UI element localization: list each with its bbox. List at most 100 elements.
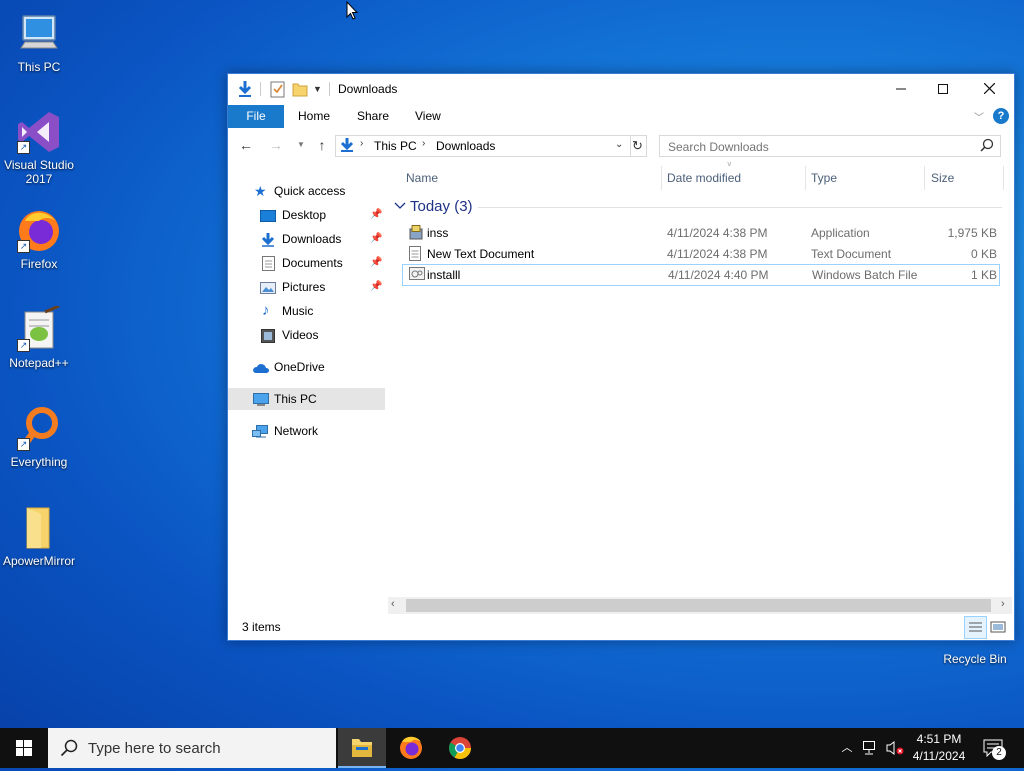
details-view-button[interactable] bbox=[964, 616, 987, 639]
desktop-icon-visual-studio[interactable]: ↗ Visual Studio 2017 bbox=[1, 108, 77, 186]
start-button[interactable] bbox=[0, 728, 48, 768]
customize-toolbar-chevron-icon[interactable]: ▼ bbox=[313, 80, 322, 100]
group-divider bbox=[478, 207, 1002, 208]
forward-arrow-icon[interactable]: → bbox=[266, 137, 286, 155]
desktop-icon-label: ApowerMirror bbox=[2, 554, 75, 568]
nav-desktop[interactable]: Desktop 📌 bbox=[228, 204, 385, 226]
properties-icon[interactable] bbox=[270, 80, 286, 100]
scroll-left-arrow-icon[interactable]: ‹ bbox=[391, 598, 395, 610]
close-button[interactable] bbox=[966, 74, 1012, 105]
column-header-size[interactable]: Size bbox=[931, 166, 954, 190]
action-center-button[interactable]: 2 bbox=[983, 739, 1007, 760]
computer-icon bbox=[252, 392, 269, 406]
application-icon bbox=[409, 225, 423, 246]
help-icon[interactable]: ? bbox=[993, 108, 1009, 124]
desktop-icon-recycle-bin[interactable]: Recycle Bin bbox=[937, 652, 1013, 666]
column-header-name[interactable]: Name bbox=[406, 166, 438, 190]
search-downloads-input[interactable] bbox=[666, 138, 970, 155]
breadcrumb-downloads[interactable]: Downloads bbox=[436, 139, 495, 153]
tab-home[interactable]: Home bbox=[298, 105, 330, 128]
file-date: 4/11/2024 4:38 PM bbox=[667, 226, 768, 240]
refresh-button[interactable]: ↻ bbox=[629, 135, 647, 157]
file-row[interactable]: New Text Document 4/11/2024 4:38 PM Text… bbox=[403, 244, 999, 264]
desktop-icon-everything[interactable]: ↗ Everything bbox=[1, 405, 77, 469]
clock-time: 4:51 PM bbox=[916, 732, 962, 746]
file-type: Application bbox=[811, 226, 870, 240]
column-header-date-modified[interactable]: Date modified bbox=[667, 166, 741, 190]
minimize-button[interactable] bbox=[878, 74, 924, 105]
address-bar[interactable]: › This PC › Downloads ⌄ bbox=[335, 135, 631, 157]
nav-this-pc[interactable]: This PC bbox=[228, 388, 385, 410]
maximize-button[interactable] bbox=[920, 74, 966, 105]
file-row[interactable]: inss 4/11/2024 4:38 PM Application 1,975… bbox=[403, 223, 999, 243]
pin-icon[interactable]: 📌 bbox=[370, 276, 382, 298]
network-status-icon[interactable] bbox=[862, 740, 880, 756]
scrollbar-thumb[interactable] bbox=[406, 599, 991, 612]
taskbar-chrome[interactable] bbox=[436, 728, 484, 768]
nav-music[interactable]: ♪ Music bbox=[228, 300, 385, 322]
pin-icon[interactable]: 📌 bbox=[370, 228, 382, 250]
shortcut-arrow-icon: ↗ bbox=[17, 339, 30, 352]
address-history-chevron-icon[interactable]: ⌄ bbox=[615, 139, 623, 150]
column-header-type[interactable]: Type bbox=[811, 166, 837, 190]
taskbar-search-box[interactable]: Type here to search bbox=[48, 728, 336, 768]
file-date: 4/11/2024 4:38 PM bbox=[667, 247, 768, 261]
nav-quick-access[interactable]: ★ Quick access bbox=[228, 180, 385, 202]
group-collapse-chevron-icon[interactable] bbox=[394, 200, 406, 214]
mouse-cursor-icon bbox=[346, 0, 359, 24]
desktop-icon-this-pc[interactable]: This PC bbox=[1, 10, 77, 74]
horizontal-scrollbar[interactable]: ‹ › bbox=[388, 597, 1012, 614]
tab-file[interactable]: File bbox=[228, 105, 284, 128]
desktop-icon-notepad-plus-plus[interactable]: ↗ Notepad++ bbox=[1, 304, 77, 370]
group-header-today[interactable]: Today (3) bbox=[410, 198, 473, 215]
nav-downloads[interactable]: Downloads 📌 bbox=[228, 228, 385, 250]
taskbar: Type here to search ︿ 4:51 PM 4/11/2024 … bbox=[0, 728, 1024, 768]
shortcut-arrow-icon: ↗ bbox=[17, 141, 30, 154]
tab-view[interactable]: View bbox=[415, 105, 441, 128]
nav-network[interactable]: Network bbox=[228, 420, 385, 442]
desktop-icon-label: Visual Studio 2017 bbox=[4, 158, 74, 186]
expand-ribbon-chevron-icon[interactable]: ﹀ bbox=[974, 109, 984, 124]
document-icon bbox=[262, 256, 278, 271]
pin-icon[interactable]: 📌 bbox=[370, 252, 382, 274]
show-hidden-icons-chevron-icon[interactable]: ︿ bbox=[838, 728, 856, 768]
downloads-arrow-icon bbox=[260, 232, 276, 247]
nav-videos[interactable]: Videos bbox=[228, 324, 385, 346]
visual-studio-icon: ↗ bbox=[15, 108, 63, 156]
file-name: inss bbox=[427, 226, 449, 240]
up-arrow-icon[interactable]: ↑ bbox=[312, 137, 332, 155]
search-icon bbox=[980, 138, 994, 155]
nav-onedrive[interactable]: OneDrive bbox=[228, 356, 385, 378]
search-icon bbox=[60, 739, 78, 760]
large-icons-view-button[interactable] bbox=[988, 617, 1008, 637]
taskbar-file-explorer[interactable] bbox=[338, 728, 386, 768]
scroll-right-arrow-icon[interactable]: › bbox=[1001, 598, 1005, 610]
navigation-pane: ★ Quick access Desktop 📌 Downloads 📌 Doc… bbox=[228, 166, 388, 516]
window-title: Downloads bbox=[338, 82, 398, 96]
desktop-icon-apowermirror[interactable]: ApowerMirror bbox=[1, 504, 77, 568]
nav-pictures[interactable]: Pictures 📌 bbox=[228, 276, 385, 298]
desktop-icon-label: Recycle Bin bbox=[943, 652, 1007, 666]
column-divider bbox=[661, 166, 662, 190]
nav-documents[interactable]: Documents 📌 bbox=[228, 252, 385, 274]
clock-date: 4/11/2024 bbox=[912, 749, 966, 763]
new-folder-icon[interactable] bbox=[292, 80, 308, 100]
desktop-icon-firefox[interactable]: ↗ Firefox bbox=[1, 207, 77, 271]
recent-locations-chevron-icon[interactable]: ▼ bbox=[291, 140, 311, 158]
star-icon: ★ bbox=[254, 183, 267, 199]
title-bar[interactable]: ▼ Downloads bbox=[228, 74, 1014, 105]
column-divider bbox=[805, 166, 806, 190]
volume-muted-icon[interactable] bbox=[885, 740, 905, 756]
downloads-arrow-icon bbox=[339, 137, 355, 156]
file-row-selected[interactable]: installl 4/11/2024 4:40 PM Windows Batch… bbox=[402, 264, 1000, 286]
taskbar-firefox[interactable] bbox=[387, 728, 435, 768]
pin-icon[interactable]: 📌 bbox=[370, 204, 382, 226]
back-arrow-icon[interactable]: ← bbox=[236, 137, 256, 155]
notification-count-badge: 2 bbox=[992, 746, 1006, 760]
breadcrumb-this-pc[interactable]: This PC bbox=[374, 139, 417, 153]
notepad-plus-plus-icon: ↗ bbox=[15, 304, 63, 354]
clock[interactable]: 4:51 PM 4/11/2024 bbox=[905, 728, 973, 768]
videos-icon bbox=[261, 328, 277, 343]
tab-share[interactable]: Share bbox=[357, 105, 389, 128]
search-downloads-box[interactable] bbox=[659, 135, 1001, 157]
